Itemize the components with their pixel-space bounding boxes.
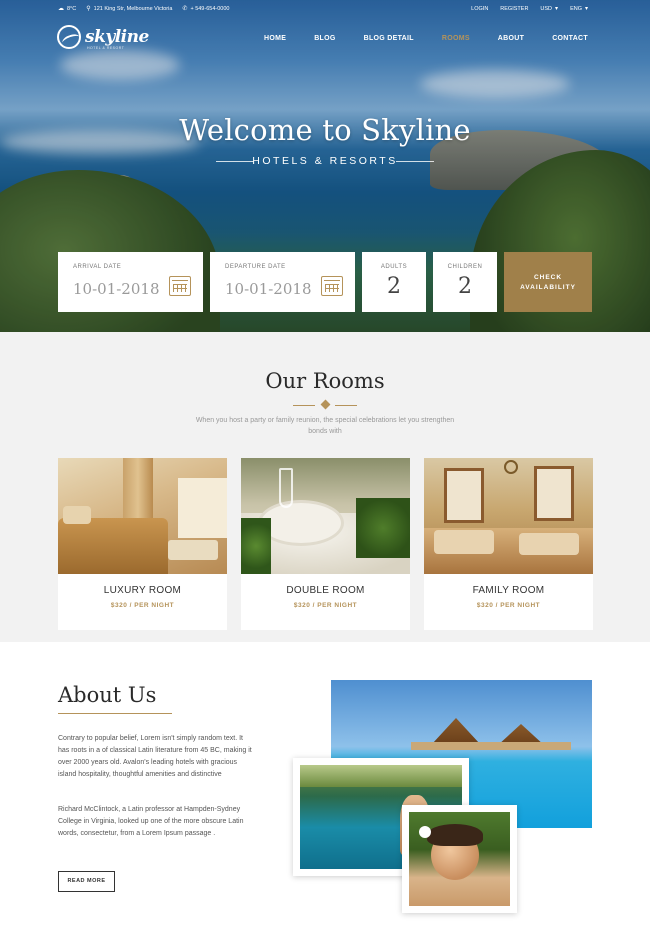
nav-rooms[interactable]: ROOMS [442, 35, 470, 42]
departure-date-label: DEPARTURE DATE [225, 264, 286, 270]
read-more-button[interactable]: READ MORE [58, 871, 115, 892]
logo[interactable]: skyline HOTEL & RESORT [57, 25, 149, 50]
hero-title: Welcome to Skyline [179, 113, 471, 147]
check-availability-line2: AVAILABILITY [520, 284, 576, 291]
arrival-date-label: ARRIVAL DATE [73, 264, 122, 270]
currency-value: USD [540, 6, 553, 12]
language-value: ENG [570, 6, 582, 12]
register-link[interactable]: REGISTER [500, 6, 528, 12]
departure-date-value: 10-01-2018 [225, 280, 312, 298]
ornament-line [293, 405, 315, 406]
phone-info[interactable]: ✆ + 549-654-0000 [182, 6, 229, 12]
chevron-down-icon: ▾ [584, 6, 588, 12]
weather-text: 8°C [67, 6, 77, 12]
booking-form: ARRIVAL DATE 10-01-2018 DEPARTURE DATE 1… [58, 252, 592, 312]
arrival-date-value: 10-01-2018 [73, 280, 160, 298]
room-name[interactable]: LUXURY ROOM [58, 585, 227, 596]
logo-tagline: HOTEL & RESORT [87, 46, 125, 50]
phone-icon: ✆ [182, 6, 188, 12]
room-price: $320 / PER NIGHT [110, 602, 175, 609]
main-nav: HOME BLOG BLOG DETAIL ROOMS ABOUT CONTAC… [236, 35, 588, 42]
spa-photo-frame [402, 805, 517, 913]
address-info: ⚲ 121 King Str, Melbourne Victoria [86, 6, 172, 12]
calendar-icon[interactable] [321, 276, 343, 296]
room-price: $320 / PER NIGHT [476, 602, 541, 609]
nav-blog-detail[interactable]: BLOG DETAIL [364, 35, 414, 42]
about-divider [58, 713, 172, 714]
about-paragraph-2: Richard McClintock, a Latin professor at… [58, 806, 244, 837]
room-card-luxury[interactable]: LUXURY ROOM $320 / PER NIGHT [58, 458, 227, 630]
room-card-double[interactable]: DOUBLE ROOM $320 / PER NIGHT [241, 458, 410, 630]
top-bar: ☁ 8°C ⚲ 121 King Str, Melbourne Victoria… [0, 0, 650, 18]
children-field[interactable]: CHILDREN 2 [433, 252, 497, 312]
arrival-date-field[interactable]: ARRIVAL DATE 10-01-2018 [58, 252, 203, 312]
rooms-description: When you host a party or family reunion,… [195, 417, 455, 435]
top-bar-info: ☁ 8°C ⚲ 121 King Str, Melbourne Victoria… [58, 6, 229, 12]
room-price: $320 / PER NIGHT [293, 602, 358, 609]
room-name[interactable]: FAMILY ROOM [424, 585, 593, 596]
children-value: 2 [458, 274, 472, 299]
ornament-diamond [320, 399, 331, 410]
room-image-double[interactable] [241, 458, 410, 574]
location-pin-icon: ⚲ [86, 6, 91, 12]
room-name[interactable]: DOUBLE ROOM [241, 585, 410, 596]
phone-text: + 549-654-0000 [190, 6, 230, 12]
about-paragraph-1: Contrary to popular belief, Lorem isn't … [58, 735, 252, 778]
currency-select[interactable]: USD ▾ [540, 6, 558, 12]
calendar-icon[interactable] [169, 276, 191, 296]
ornament-icon [293, 399, 357, 410]
adults-label: ADULTS [380, 264, 408, 270]
hero-divider-right [396, 161, 434, 162]
weather-info: ☁ 8°C [58, 6, 76, 12]
check-availability-button[interactable]: CHECK AVAILABILITY [504, 252, 592, 312]
room-card-family[interactable]: FAMILY ROOM $320 / PER NIGHT [424, 458, 593, 630]
nav-blog[interactable]: BLOG [314, 35, 335, 42]
nav-about[interactable]: ABOUT [498, 35, 524, 42]
logo-text: skyline [85, 27, 149, 47]
hero-subtitle: HOTELS & RESORTS [252, 155, 398, 167]
about-title: About Us [58, 683, 157, 707]
address-text: 121 King Str, Melbourne Victoria [93, 6, 173, 12]
children-label: CHILDREN [447, 264, 483, 270]
adults-field[interactable]: ADULTS 2 [362, 252, 426, 312]
logo-icon [57, 25, 81, 49]
adults-value: 2 [387, 274, 401, 299]
departure-date-field[interactable]: DEPARTURE DATE 10-01-2018 [210, 252, 355, 312]
chevron-down-icon: ▾ [555, 6, 559, 12]
login-link[interactable]: LOGIN [471, 6, 488, 12]
rooms-title: Our Rooms [265, 369, 385, 393]
nav-contact[interactable]: CONTACT [552, 35, 588, 42]
language-select[interactable]: ENG ▾ [570, 6, 588, 12]
check-availability-line1: CHECK [533, 274, 563, 281]
ornament-line [335, 405, 357, 406]
room-image-luxury[interactable] [58, 458, 227, 574]
nav-home[interactable]: HOME [264, 35, 286, 42]
room-image-family[interactable] [424, 458, 593, 574]
cloud-icon: ☁ [58, 6, 64, 12]
spa-photo [409, 812, 510, 906]
top-bar-actions: LOGIN REGISTER USD ▾ ENG ▾ [471, 6, 588, 12]
